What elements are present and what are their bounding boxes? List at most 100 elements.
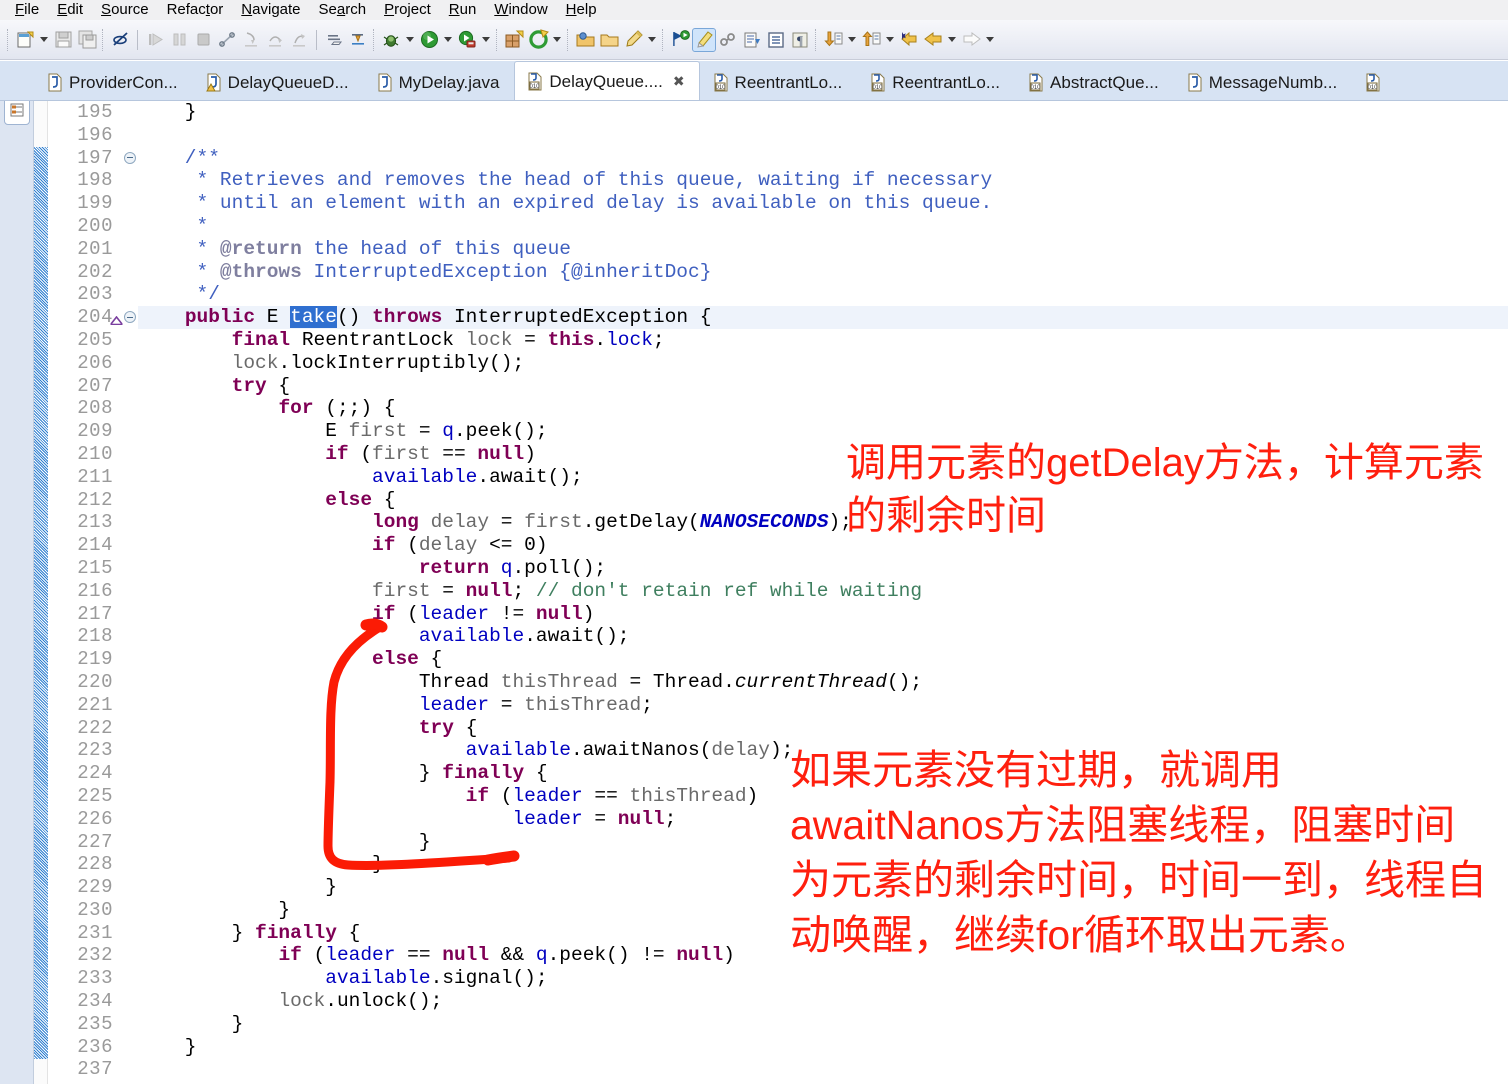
svg-text:010: 010 bbox=[1368, 85, 1379, 91]
code-line[interactable]: lock.unlock(); bbox=[138, 990, 1508, 1013]
run-dropdown-arrow[interactable] bbox=[441, 28, 455, 52]
menu-item-project[interactable]: Project bbox=[375, 0, 440, 20]
drop-to-frame-icon[interactable] bbox=[346, 28, 370, 52]
back-dropdown-arrow[interactable] bbox=[945, 28, 959, 52]
line-number: 195 bbox=[77, 101, 113, 123]
last-edit-location-icon[interactable] bbox=[668, 28, 692, 52]
code-line[interactable]: available.await(); bbox=[138, 625, 1508, 648]
new-java-package-icon[interactable] bbox=[502, 28, 526, 52]
code-line[interactable]: * Retrieves and removes the head of this… bbox=[138, 169, 1508, 192]
menu-item-navigate[interactable]: Navigate bbox=[232, 0, 309, 20]
fold-collapse-icon[interactable] bbox=[124, 151, 136, 164]
code-line[interactable]: final ReentrantLock lock = this.lock; bbox=[138, 329, 1508, 352]
code-line[interactable]: } bbox=[138, 101, 1508, 124]
menu-item-help[interactable]: Help bbox=[557, 0, 606, 20]
debug-dropdown-arrow[interactable] bbox=[403, 28, 417, 52]
code-line[interactable]: */ bbox=[138, 283, 1508, 306]
code-line[interactable]: try { bbox=[138, 375, 1508, 398]
code-line[interactable]: Thread thisThread = Thread.currentThread… bbox=[138, 671, 1508, 694]
code-token: null bbox=[477, 442, 525, 465]
code-line[interactable]: * until an element with an expired delay… bbox=[138, 192, 1508, 215]
code-line[interactable]: return q.poll(); bbox=[138, 557, 1508, 580]
menu-item-window[interactable]: Window bbox=[485, 0, 556, 20]
folding-ruler[interactable] bbox=[110, 101, 138, 1084]
menu-item-refactor[interactable]: Refactor bbox=[158, 0, 233, 20]
highlight-brush-icon[interactable] bbox=[692, 27, 716, 52]
next-annotation-icon[interactable] bbox=[740, 28, 764, 52]
new-dropdown-arrow[interactable] bbox=[37, 28, 51, 52]
editor-tab-8[interactable]: 010 bbox=[1352, 64, 1402, 100]
editor-tab-0[interactable]: ProviderCon... bbox=[34, 64, 193, 100]
code-line[interactable]: if (leader != null) bbox=[138, 603, 1508, 626]
link-editor-icon[interactable] bbox=[716, 28, 740, 52]
paragraph-marks-icon[interactable]: ¶ bbox=[788, 28, 812, 52]
code-line[interactable]: } bbox=[138, 1013, 1508, 1036]
menu-item-file[interactable]: File bbox=[6, 0, 48, 20]
back-icon[interactable] bbox=[921, 28, 945, 52]
next-member-icon[interactable] bbox=[821, 28, 845, 52]
search-pencil-icon[interactable] bbox=[621, 28, 645, 52]
menu-item-run[interactable]: Run bbox=[440, 0, 486, 20]
code-line[interactable]: first = null; // don't retain ref while … bbox=[138, 580, 1508, 603]
show-whitespace-icon[interactable] bbox=[764, 28, 788, 52]
next-member-dropdown-arrow[interactable] bbox=[845, 28, 859, 52]
code-token: = bbox=[489, 693, 525, 716]
editor-tab-5[interactable]: 010 ReentrantLo... bbox=[857, 64, 1015, 100]
code-line[interactable]: try { bbox=[138, 717, 1508, 740]
coverage-dropdown-arrow[interactable] bbox=[479, 28, 493, 52]
code-line[interactable] bbox=[138, 1058, 1508, 1081]
back-star-icon[interactable] bbox=[897, 28, 921, 52]
skip-breakpoints-icon[interactable] bbox=[322, 28, 346, 52]
previous-member-icon[interactable] bbox=[859, 28, 883, 52]
code-token: == bbox=[395, 944, 443, 967]
code-line[interactable]: for (;;) { bbox=[138, 397, 1508, 420]
code-line[interactable]: leader = thisThread; bbox=[138, 694, 1508, 717]
code-line[interactable] bbox=[138, 124, 1508, 147]
code-token: available bbox=[418, 625, 525, 648]
previous-member-dropdown-arrow[interactable] bbox=[883, 28, 897, 52]
close-icon[interactable]: ✖ bbox=[673, 73, 685, 90]
code-token: public bbox=[184, 306, 256, 329]
run-icon[interactable] bbox=[417, 28, 441, 52]
debug-icon[interactable] bbox=[379, 28, 403, 52]
editor-tab-3[interactable]: 010 DelayQueue.... ✖ bbox=[514, 61, 700, 100]
code-line[interactable]: /** bbox=[138, 147, 1508, 170]
fold-collapse-icon[interactable] bbox=[124, 311, 136, 324]
code-line[interactable]: lock.lockInterruptibly(); bbox=[138, 352, 1508, 375]
editor-annotation-gutter[interactable] bbox=[34, 101, 48, 1084]
new-wizard-icon[interactable] bbox=[13, 28, 37, 52]
annotation-toggle-icon[interactable] bbox=[108, 28, 132, 52]
coverage-icon[interactable] bbox=[455, 28, 479, 52]
code-token: .signal(); bbox=[430, 967, 548, 990]
save-all-icon[interactable] bbox=[75, 28, 99, 52]
code-line[interactable]: public E take() throws InterruptedExcept… bbox=[138, 306, 1508, 329]
external-tools-icon[interactable] bbox=[526, 28, 550, 52]
override-indicator-icon[interactable] bbox=[110, 312, 123, 326]
external-tools-dropdown-arrow[interactable] bbox=[550, 28, 564, 52]
editor-tab-1[interactable]: DelayQueueD... bbox=[193, 64, 364, 100]
search-dropdown-arrow[interactable] bbox=[645, 28, 659, 52]
save-icon[interactable] bbox=[51, 28, 75, 52]
code-token: q bbox=[500, 556, 513, 579]
menu-item-edit[interactable]: Edit bbox=[48, 0, 92, 20]
code-token: ; bbox=[664, 807, 677, 830]
code-token: * bbox=[138, 214, 209, 237]
line-number: 228 bbox=[77, 853, 113, 876]
open-task-icon[interactable] bbox=[597, 28, 621, 52]
code-line[interactable]: } bbox=[138, 1036, 1508, 1059]
code-line[interactable]: available.signal(); bbox=[138, 967, 1508, 990]
code-line[interactable]: else { bbox=[138, 648, 1508, 671]
menu-item-search[interactable]: Search bbox=[310, 0, 376, 20]
code-line[interactable]: * @return the head of this queue bbox=[138, 238, 1508, 261]
menu-item-source[interactable]: Source bbox=[92, 0, 158, 20]
code-token: first bbox=[372, 579, 431, 602]
code-line[interactable]: * @throws InterruptedException {@inherit… bbox=[138, 261, 1508, 284]
editor-tab-6[interactable]: 010 AbstractQue... bbox=[1015, 64, 1174, 100]
open-type-icon[interactable] bbox=[573, 28, 597, 52]
editor-tab-7[interactable]: MessageNumb... bbox=[1174, 64, 1353, 100]
code-line[interactable]: * bbox=[138, 215, 1508, 238]
editor-tab-2[interactable]: MyDelay.java bbox=[364, 64, 515, 100]
editor-tab-4[interactable]: 010 ReentrantLo... bbox=[700, 64, 858, 100]
